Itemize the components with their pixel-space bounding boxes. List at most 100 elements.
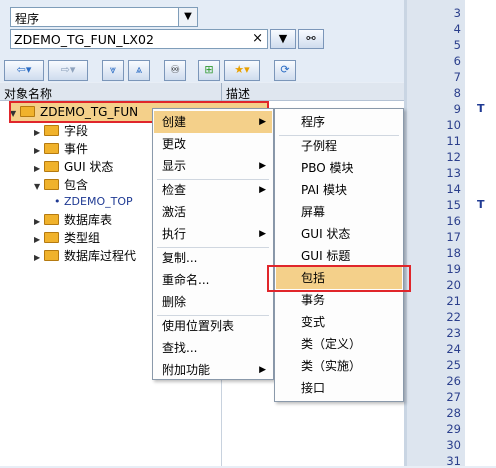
double-chevron-up-icon: ⩓ [135,63,143,76]
submenu-item-class-implementation[interactable]: 类（实施） [301,355,361,377]
triangle-right-icon[interactable]: ▶ [34,249,44,267]
triangle-right-icon: ▶ [259,229,266,239]
line-number: 27 [446,390,461,404]
menu-item-create[interactable]: 创建 ▶ [154,111,272,133]
triangle-right-icon: ▶ [259,185,266,195]
menu-item-label: PBO 模块 [301,161,354,175]
submenu-item-transaction[interactable]: 事务 [301,289,325,311]
menu-item-label: 复制... [162,251,198,265]
line-number: 15 [446,198,461,212]
tree-node[interactable]: ▼ 包含 [34,176,88,194]
folder-icon [44,161,59,172]
chevron-down-icon[interactable]: ▼ [178,8,197,26]
menu-item-find[interactable]: 查找... [162,337,197,359]
menu-item-more-functions[interactable]: 附加功能 ▶ [162,359,272,381]
line-number: 6 [453,54,461,68]
menu-item-label: 程序 [301,115,326,129]
line-number: 3 [453,6,461,20]
glasses-icon: ⚯ [306,32,316,45]
submenu-item-class-definition[interactable]: 类（定义） [301,333,361,355]
object-selection-panel: 程序 ▼ ZDEMO_TG_FUN_LX02 × ▼ ⚯ ⇦▾ ⇨▾ ⩔ ⩓ ♾… [0,0,404,82]
hierarchy-button[interactable]: ⊞ [198,60,220,81]
clear-icon[interactable]: × [252,31,263,46]
display-button[interactable]: ⚯ [298,29,324,49]
object-type-select[interactable]: 程序 ▼ [10,7,198,27]
triangle-down-icon[interactable]: ▼ [34,178,44,196]
submenu-item-pbo-module[interactable]: PBO 模块 [301,157,354,179]
submenu-item-gui-status[interactable]: GUI 状态 [301,223,350,245]
tree-node[interactable]: ▶ 类型组 [34,229,100,247]
menu-item-check[interactable]: 检查 ▶ [162,179,272,201]
tree-node[interactable]: ▶ 数据库表 [34,211,112,229]
find-button[interactable]: ♾ [164,60,186,81]
chevron-down-icon: ▼ [278,32,288,45]
folder-icon [44,214,59,225]
double-chevron-down-icon: ⩔ [109,63,117,76]
tree-node-label: ZDEMO_TOP [64,195,133,208]
menu-item-label: 类（实施） [301,359,362,373]
menu-separator [279,135,399,136]
back-button[interactable]: ⇦▾ [4,60,44,81]
line-number: 21 [446,294,461,308]
collapse-all-button[interactable]: ⩓ [128,60,150,81]
menu-item-label: 子例程 [301,139,338,153]
tree-node[interactable]: ▶ 数据库过程代 [34,247,136,265]
line-number: 25 [446,358,461,372]
triangle-right-icon: ▶ [259,161,266,171]
tree-node-label: 字段 [64,124,89,138]
tree-node[interactable]: • ZDEMO_TOP [54,193,133,211]
menu-item-activate[interactable]: 激活 [162,201,186,223]
menu-item-copy[interactable]: 复制... [162,247,197,269]
object-name-input[interactable]: ZDEMO_TG_FUN_LX02 × [10,29,268,49]
tree-node-label: 类型组 [64,231,101,245]
menu-item-label: 接口 [301,381,326,395]
create-submenu: 程序 子例程 PBO 模块 PAI 模块 屏幕 GUI 状态 GUI 标题 包括… [274,108,404,402]
menu-item-label: 使用位置列表 [162,319,235,333]
submenu-item-variant[interactable]: 变式 [301,311,325,333]
line-number: 9 [453,102,461,116]
tree-node[interactable]: ▶ 字段 [34,122,88,140]
submenu-item-pai-module[interactable]: PAI 模块 [301,179,347,201]
tree-node-label: 数据库表 [64,213,113,227]
line-number: 4 [453,22,461,36]
tree-node-label: GUI 状态 [64,160,114,174]
line-number: 22 [446,310,461,324]
line-number: 8 [453,86,461,100]
menu-item-display[interactable]: 显示 ▶ [162,155,272,177]
line-number: 20 [446,278,461,292]
bullet-icon: • [54,195,64,208]
code-editor: 3 4 5 6 7 8 9 10 11 12 13 14 15 16 17 18 19 20 21 22 23 24 25 2… [404,0,496,468]
folder-icon [44,143,59,154]
menu-item-rename[interactable]: 重命名... [162,269,209,291]
forward-button[interactable]: ⇨▾ [48,60,88,81]
tree-node[interactable]: ▶ 事件 [34,140,88,158]
submenu-item-subroutine[interactable]: 子例程 [301,135,337,157]
menu-item-delete[interactable]: 删除 [162,291,186,313]
submenu-item-gui-title[interactable]: GUI 标题 [301,245,350,267]
favorites-button[interactable]: ★▾ [224,60,260,81]
expand-all-button[interactable]: ⩔ [102,60,124,81]
menu-item-label: 类（定义） [301,337,362,351]
tree-header: 对象名称 描述 [0,83,404,101]
dropdown-button[interactable]: ▼ [270,29,296,49]
menu-item-execute[interactable]: 执行 ▶ [162,223,272,245]
menu-item-where-used[interactable]: 使用位置列表 [162,315,234,337]
tree-node[interactable]: ▶ GUI 状态 [34,158,113,176]
menu-item-label: 删除 [162,295,187,309]
line-number: 14 [446,182,461,196]
context-menu: 创建 ▶ 更改 显示 ▶ 检查 ▶ 激活 执行 ▶ 复制... 重命名... 删除 使用… [152,108,274,380]
folder-icon [44,125,59,136]
line-number: 23 [446,326,461,340]
menu-item-label: 事务 [301,293,326,307]
refresh-button[interactable]: ⟳ [274,60,296,81]
arrow-left-icon: ⇦▾ [16,63,32,76]
menu-item-label: 显示 [162,159,187,173]
line-number: 28 [446,406,461,420]
submenu-item-screen[interactable]: 屏幕 [301,201,325,223]
submenu-item-program[interactable]: 程序 [301,111,325,133]
menu-item-label: 变式 [301,315,326,329]
submenu-item-interface[interactable]: 接口 [301,377,325,399]
object-type-value: 程序 [15,12,40,26]
menu-item-change[interactable]: 更改 [162,133,186,155]
line-number: 17 [446,230,461,244]
